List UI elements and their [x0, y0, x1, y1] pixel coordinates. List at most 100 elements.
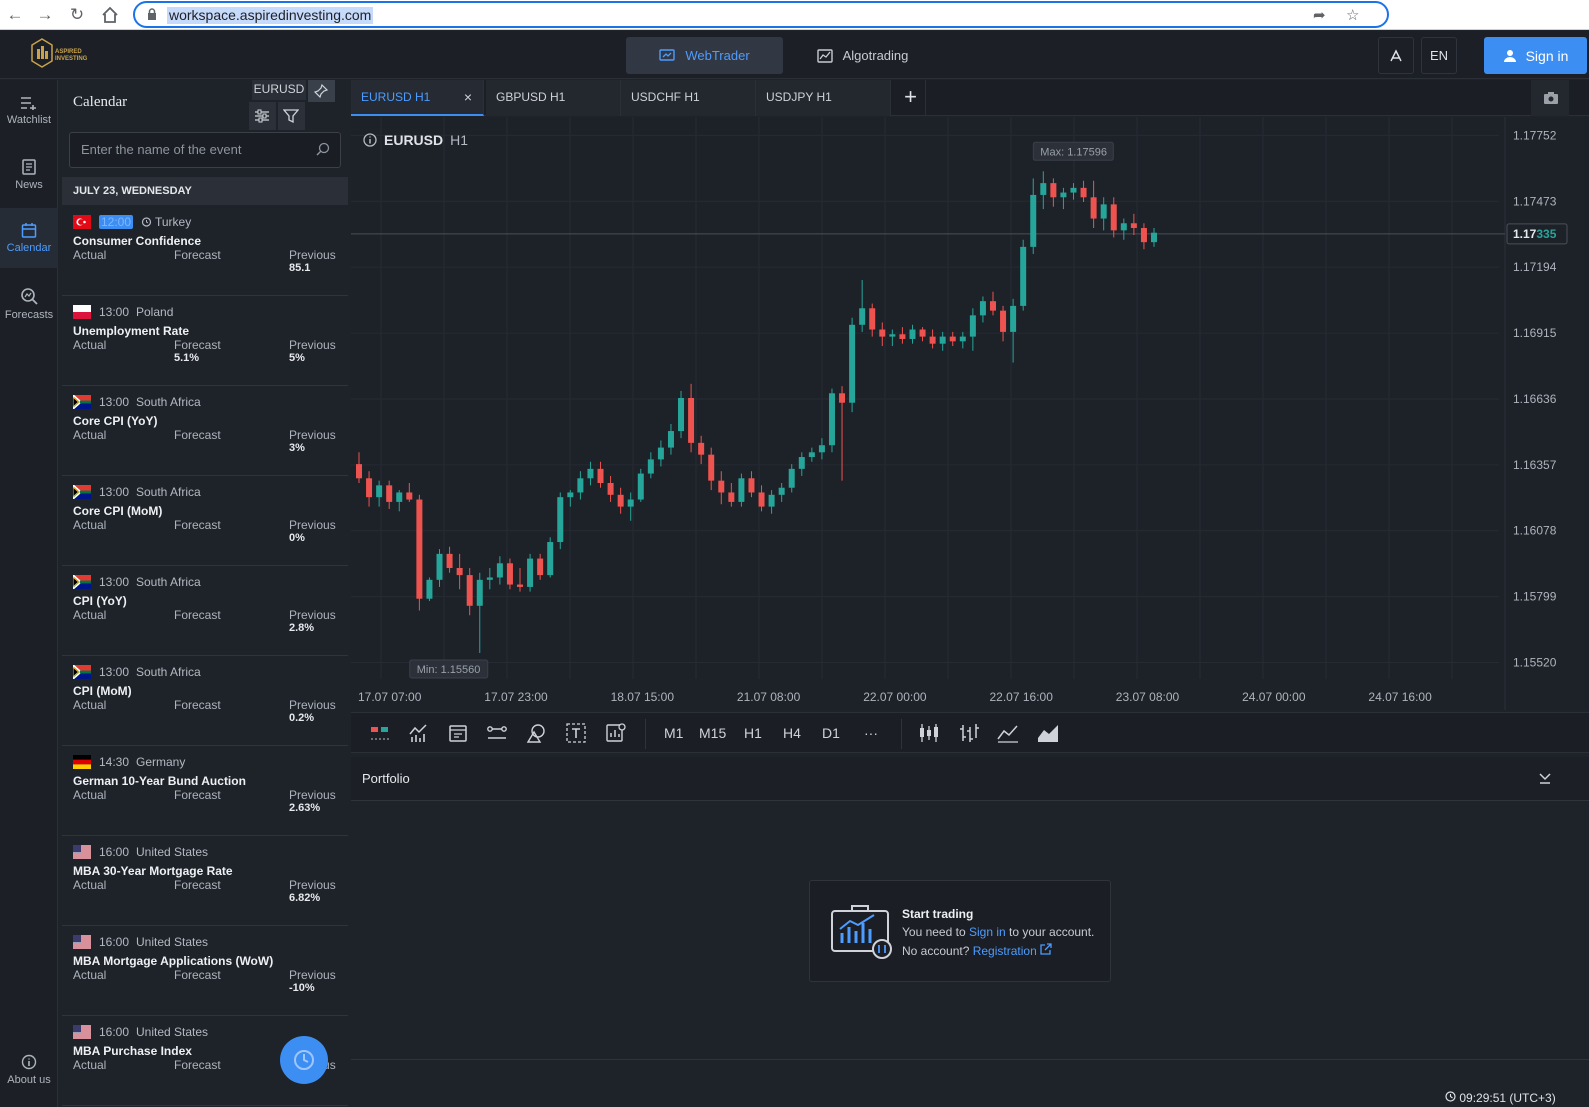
candle-body[interactable]: [456, 568, 463, 576]
candle-body[interactable]: [839, 393, 846, 403]
home-icon[interactable]: [99, 4, 121, 26]
chart-settings-icon[interactable]: [605, 722, 627, 744]
share-icon[interactable]: ➦: [1313, 6, 1326, 24]
add-tab-button[interactable]: +: [896, 80, 926, 116]
text-tool-icon[interactable]: [565, 722, 587, 744]
candle-body[interactable]: [1090, 197, 1097, 219]
reload-icon[interactable]: ↻: [66, 4, 88, 26]
candle-body[interactable]: [718, 480, 725, 493]
calendar-event[interactable]: 13:00 South Africa Core CPI (MoM) Actual For…: [62, 476, 348, 566]
aspired-investing-logo[interactable]: ASPIRED INVESTING: [28, 37, 90, 73]
filter-button[interactable]: [278, 102, 305, 130]
candle-body[interactable]: [778, 487, 785, 495]
candle-body[interactable]: [617, 494, 624, 507]
candle-body[interactable]: [637, 473, 644, 500]
candle-body[interactable]: [627, 499, 634, 507]
tab-usdchf[interactable]: USDCHF H1: [621, 80, 756, 116]
theme-toggle-button[interactable]: [1378, 37, 1414, 74]
candle-body[interactable]: [597, 468, 604, 484]
tab-eurusd[interactable]: EURUSD H1 ×: [351, 80, 484, 116]
candle-body[interactable]: [1130, 223, 1137, 228]
pin-button[interactable]: [308, 80, 335, 102]
candle-body[interactable]: [557, 497, 564, 543]
candle-body[interactable]: [406, 492, 413, 500]
candle-body[interactable]: [1020, 246, 1027, 306]
candle-body[interactable]: [376, 485, 383, 498]
candle-body[interactable]: [909, 329, 916, 339]
algotrading-button[interactable]: Algotrading: [800, 37, 925, 74]
settings-sliders-button[interactable]: [249, 102, 276, 130]
calendar-events-icon[interactable]: [447, 722, 469, 744]
candle-body[interactable]: [768, 494, 775, 507]
candle-body[interactable]: [849, 324, 856, 403]
forward-icon[interactable]: →: [34, 4, 56, 26]
rail-item-calendar[interactable]: Calendar: [0, 208, 58, 268]
timeframe-h1-button[interactable]: H1: [744, 725, 762, 741]
candle-body[interactable]: [1070, 187, 1077, 193]
bookmark-star-icon[interactable]: ☆: [1346, 6, 1359, 24]
candle-body[interactable]: [396, 492, 403, 502]
chart-color-icon[interactable]: [369, 722, 391, 744]
candle-body[interactable]: [527, 558, 534, 587]
address-bar[interactable]: workspace.aspiredinvesting.com ➦ ☆: [133, 1, 1389, 28]
calendar-event[interactable]: 14:30 Germany German 10-Year Bund Auction A…: [62, 746, 348, 836]
timeframe-m15-button[interactable]: M15: [699, 725, 726, 741]
candle-body[interactable]: [466, 575, 473, 606]
candle-body[interactable]: [436, 553, 443, 580]
candle-body[interactable]: [567, 492, 574, 498]
candle-body[interactable]: [828, 393, 835, 446]
bars-icon[interactable]: [958, 722, 980, 744]
calendar-event[interactable]: 16:00 United States MBA Mortgage Applicati…: [62, 926, 348, 1016]
alarm-icon[interactable]: [141, 216, 152, 227]
candle-body[interactable]: [728, 492, 735, 502]
rail-item-watchlist[interactable]: Watchlist: [0, 82, 58, 142]
close-icon[interactable]: ×: [464, 80, 472, 115]
calendar-event[interactable]: 13:00 South Africa Core CPI (YoY) Actual For…: [62, 386, 348, 476]
candle-body[interactable]: [879, 329, 886, 337]
candle-body[interactable]: [1060, 192, 1067, 198]
candle-body[interactable]: [1000, 310, 1007, 332]
floating-action-button[interactable]: [280, 1036, 328, 1084]
candle-body[interactable]: [1110, 204, 1117, 231]
candle-body[interactable]: [1040, 183, 1047, 195]
candle-body[interactable]: [869, 308, 876, 330]
candle-body[interactable]: [738, 478, 745, 502]
language-button[interactable]: EN: [1421, 37, 1457, 74]
candle-body[interactable]: [949, 336, 956, 342]
candle-body[interactable]: [688, 398, 695, 443]
candle-body[interactable]: [647, 459, 654, 474]
rail-item-forecasts[interactable]: Forecasts: [0, 273, 58, 333]
candle-body[interactable]: [979, 301, 986, 316]
candle-body[interactable]: [476, 579, 483, 606]
calendar-event[interactable]: 13:00 Poland Unemployment Rate Actual Foreca…: [62, 296, 348, 386]
candle-body[interactable]: [657, 447, 664, 460]
url-text[interactable]: workspace.aspiredinvesting.com: [167, 7, 374, 24]
rail-item-news[interactable]: News: [0, 145, 58, 205]
candle-body[interactable]: [969, 315, 976, 337]
calendar-event[interactable]: 16:00 United States MBA 30-Year Mortgage R…: [62, 836, 348, 926]
candle-body[interactable]: [506, 563, 513, 585]
candle-body[interactable]: [667, 431, 674, 448]
candle-body[interactable]: [798, 457, 805, 469]
event-search[interactable]: [69, 132, 341, 168]
candle-body[interactable]: [748, 478, 755, 493]
candle-body[interactable]: [939, 336, 946, 344]
candle-body[interactable]: [899, 334, 906, 339]
candle-body[interactable]: [1050, 183, 1057, 198]
candle-body[interactable]: [808, 452, 815, 458]
candle-body[interactable]: [959, 336, 966, 342]
candle-body[interactable]: [587, 468, 594, 479]
candle-body[interactable]: [537, 558, 544, 576]
candle-body[interactable]: [788, 468, 795, 488]
candle-body[interactable]: [708, 454, 715, 481]
candle-body[interactable]: [426, 579, 433, 599]
candle-body[interactable]: [1010, 305, 1017, 332]
candle-body[interactable]: [1120, 223, 1127, 231]
candle-body[interactable]: [496, 563, 503, 578]
tab-gbpusd[interactable]: GBPUSD H1: [486, 80, 621, 116]
candle-body[interactable]: [416, 499, 423, 599]
candle-body[interactable]: [698, 442, 705, 455]
candle-body[interactable]: [1151, 232, 1157, 243]
event-search-input[interactable]: [81, 142, 301, 157]
timeframe-m1-button[interactable]: M1: [664, 725, 683, 741]
